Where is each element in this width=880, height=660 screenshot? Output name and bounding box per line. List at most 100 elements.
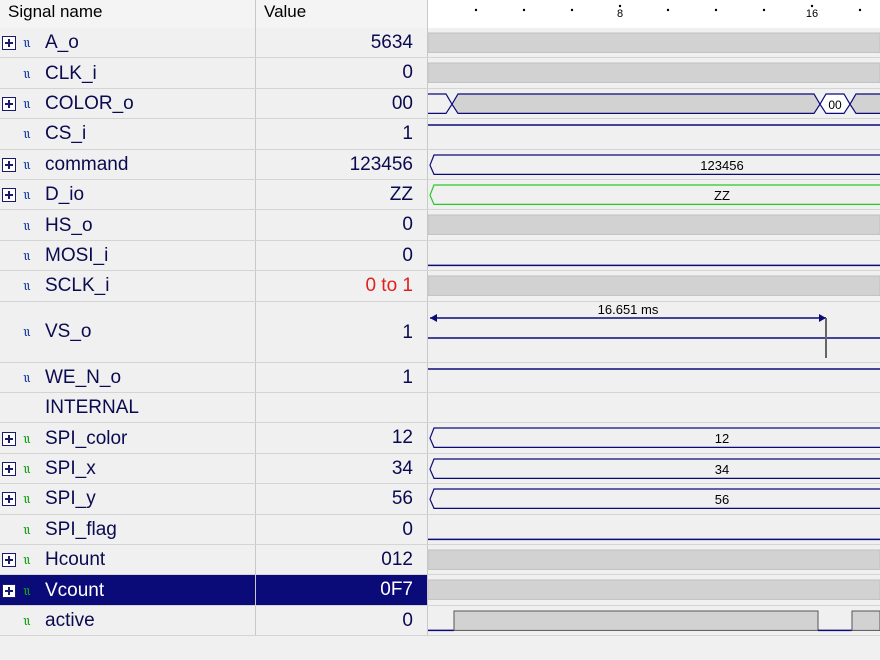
bus-segment[interactable]	[427, 62, 880, 84]
signal-name-cell[interactable]: ʅʅ D_io	[0, 180, 256, 210]
timeline-ruler[interactable]: 8 16	[428, 0, 880, 28]
bus-segment[interactable]	[429, 488, 880, 510]
bus-segment[interactable]	[427, 579, 880, 601]
signal-row-we-n-o[interactable]: ʅʅ WE_N_o 1	[0, 362, 880, 393]
waveform-track[interactable]	[428, 514, 880, 545]
bus-segment[interactable]	[427, 275, 880, 297]
signal-name-cell[interactable]: ʅʅ SPI_color	[0, 423, 256, 453]
active-high-segment[interactable]	[851, 610, 880, 631]
signal-row-clk-i[interactable]: ʅʅ CLK_i 0	[0, 58, 880, 89]
waveform-svg[interactable]	[428, 119, 880, 149]
bus-segment[interactable]	[429, 153, 880, 175]
waveform-svg[interactable]	[427, 545, 880, 575]
signal-row-sclk-i[interactable]: ʅʅ SCLK_i 0 to 1	[0, 271, 880, 302]
waveform-track[interactable]	[428, 119, 880, 149]
signal-name-cell[interactable]: ʅʅ HS_o	[0, 210, 256, 240]
signal-row-internal[interactable]: INTERNAL	[0, 393, 880, 424]
signal-row-vs-o[interactable]: ʅʅ VS_o 1 16.651 ms	[0, 301, 880, 363]
expand-icon[interactable]	[2, 36, 16, 51]
waveform-svg[interactable]	[427, 28, 880, 58]
waveform-track[interactable]	[427, 28, 880, 58]
waveform-track[interactable]	[428, 393, 880, 423]
signal-row-mosi-i[interactable]: ʅʅ MOSI_i 0	[0, 240, 880, 272]
waveform-track[interactable]	[427, 58, 880, 88]
waveform-track[interactable]: 16.651 ms	[428, 301, 880, 363]
waveform-svg[interactable]	[427, 575, 880, 605]
signal-name-cell[interactable]: ʅʅ WE_N_o	[0, 362, 256, 392]
waveform-svg[interactable]	[428, 241, 880, 271]
signal-row-d-io[interactable]: ʅʅ D_io ZZ ZZ	[0, 180, 880, 211]
signal-name-cell[interactable]: ʅʅ SPI_x	[0, 453, 256, 484]
signal-name-cell[interactable]: ʅʅ SCLK_i	[0, 271, 256, 301]
signal-name-cell[interactable]: ʅʅ A_o	[0, 28, 256, 58]
signal-row-vcount[interactable]: ʅʅ Vcount 0F7	[0, 575, 880, 606]
waveform-svg[interactable]	[428, 363, 880, 393]
bus-segment[interactable]	[429, 427, 880, 449]
signal-name-cell[interactable]: ʅʅ command	[0, 149, 256, 179]
expand-icon[interactable]	[2, 188, 16, 203]
signal-name-cell[interactable]: ʅʅ CS_i	[0, 119, 256, 149]
signal-name-cell[interactable]: ʅʅ SPI_flag	[0, 514, 256, 544]
column-header-signal-name[interactable]: Signal name	[0, 0, 256, 28]
waveform-svg[interactable]: 16.651 ms	[428, 302, 880, 363]
bus-segment[interactable]	[427, 32, 880, 53]
signal-row-cs-i[interactable]: ʅʅ CS_i 1	[0, 119, 880, 150]
waveform-svg[interactable]	[428, 393, 880, 423]
waveform-svg[interactable]	[427, 271, 880, 301]
signal-name-cell[interactable]: ʅʅ SPI_y	[0, 484, 256, 514]
waveform-track[interactable]: 12	[428, 423, 880, 453]
waveform-svg[interactable]: 00	[428, 89, 880, 119]
signal-name-cell[interactable]: ʅʅ VS_o	[0, 301, 256, 362]
expand-icon[interactable]	[2, 583, 16, 598]
waveform-svg[interactable]: 56	[428, 484, 880, 514]
waveform-track[interactable]	[427, 545, 880, 575]
waveform-svg[interactable]	[428, 515, 880, 545]
signal-name-cell[interactable]: INTERNAL	[0, 393, 256, 423]
bus-segment[interactable]	[429, 458, 880, 479]
signal-row-color-o[interactable]: ʅʅ COLOR_o 00 00	[0, 88, 880, 120]
expand-icon[interactable]	[2, 157, 16, 172]
signal-row-spi-flag[interactable]: ʅʅ SPI_flag 0	[0, 514, 880, 545]
expand-icon[interactable]	[2, 461, 16, 476]
waveform-svg[interactable]: 123456	[428, 150, 880, 180]
bus-segment[interactable]	[451, 93, 821, 114]
waveform-track[interactable]	[427, 271, 880, 301]
waveform-track[interactable]	[427, 210, 880, 240]
bus-segment[interactable]	[429, 184, 880, 205]
signal-name-cell[interactable]: ʅʅ MOSI_i	[0, 240, 256, 271]
waveform-track[interactable]: ZZ	[428, 180, 880, 210]
expand-icon[interactable]	[2, 431, 16, 446]
bus-segment[interactable]	[427, 214, 880, 236]
waveform-track[interactable]	[427, 575, 880, 605]
signal-name-cell[interactable]: ʅʅ Vcount	[0, 575, 256, 605]
waveform-svg[interactable]	[428, 606, 880, 636]
signal-row-spi-color[interactable]: ʅʅ SPI_color 12 12	[0, 423, 880, 454]
waveform-svg[interactable]	[427, 210, 880, 240]
bus-segment[interactable]	[428, 93, 453, 114]
waveform-track[interactable]: 00	[428, 88, 880, 119]
signal-name-cell[interactable]: ʅʅ COLOR_o	[0, 88, 256, 119]
active-high-segment[interactable]	[453, 610, 819, 631]
signal-row-command[interactable]: ʅʅ command 123456 123456	[0, 149, 880, 180]
waveform-svg[interactable]	[427, 58, 880, 88]
waveform-svg[interactable]: ZZ	[428, 180, 880, 210]
waveform-svg[interactable]: 34	[428, 454, 880, 484]
bus-segment[interactable]	[427, 549, 880, 570]
signal-row-spi-y[interactable]: ʅʅ SPI_y 56 56	[0, 484, 880, 515]
waveform-track[interactable]: 123456	[428, 149, 880, 180]
bus-segment[interactable]	[849, 93, 880, 114]
signal-row-a-o[interactable]: ʅʅ A_o 5634	[0, 28, 880, 59]
signal-name-cell[interactable]: ʅʅ Hcount	[0, 545, 256, 575]
column-header-value[interactable]: Value	[256, 0, 428, 28]
signal-row-spi-x[interactable]: ʅʅ SPI_x 34 34	[0, 453, 880, 485]
signal-row-active[interactable]: ʅʅ active 0	[0, 605, 880, 637]
waveform-svg[interactable]: 12	[428, 423, 880, 453]
waveform-track[interactable]	[428, 605, 880, 636]
signal-row-hcount[interactable]: ʅʅ Hcount 012	[0, 545, 880, 576]
waveform-track[interactable]: 34	[428, 453, 880, 484]
signal-row-hs-o[interactable]: ʅʅ HS_o 0	[0, 210, 880, 241]
signal-name-cell[interactable]: ʅʅ active	[0, 605, 256, 636]
expand-icon[interactable]	[2, 96, 16, 111]
waveform-track[interactable]: 56	[428, 484, 880, 514]
expand-icon[interactable]	[2, 553, 16, 568]
